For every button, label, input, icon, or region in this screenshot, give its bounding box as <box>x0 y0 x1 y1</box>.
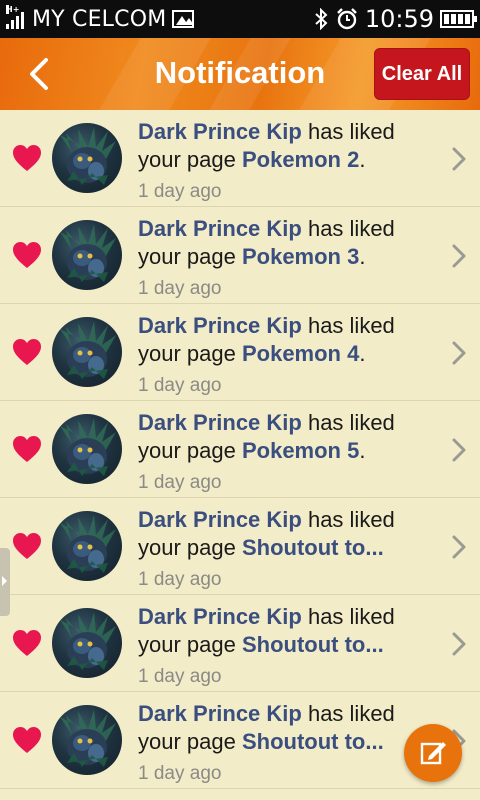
notification-text: Dark Prince Kip has liked your page Shou… <box>138 506 428 594</box>
chevron-right-icon[interactable] <box>452 147 466 171</box>
status-bar: H+ MY CELCOM 10:59 <box>0 0 480 38</box>
heart-icon[interactable] <box>12 726 42 754</box>
page-prefix: your page <box>138 244 242 269</box>
edit-icon <box>420 742 446 765</box>
notification-row[interactable]: Dark Prince Kip has liked your page Poke… <box>0 401 480 498</box>
page-link[interactable]: Shoutout to... <box>242 729 384 754</box>
actor-name[interactable]: Dark Prince Kip <box>138 507 302 532</box>
heart-icon[interactable] <box>12 241 42 269</box>
clock: 10:59 <box>364 5 434 33</box>
page-suffix: . <box>359 244 366 269</box>
notification-list: Dark Prince Kip has liked your page Poke… <box>0 110 480 789</box>
actor-name[interactable]: Dark Prince Kip <box>138 410 302 435</box>
notification-row[interactable]: Dark Prince Kip has liked your page Shou… <box>0 595 480 692</box>
notification-text: Dark Prince Kip has liked your page Poke… <box>138 215 428 303</box>
notification-text: Dark Prince Kip has liked your page Poke… <box>138 118 428 206</box>
actor-name[interactable]: Dark Prince Kip <box>138 313 302 338</box>
action-text: has liked <box>301 119 395 144</box>
avatar[interactable] <box>52 317 122 387</box>
action-text: has liked <box>301 410 395 435</box>
timestamp: 1 day ago <box>138 763 222 784</box>
carrier-name: MY CELCOM <box>32 6 167 32</box>
avatar[interactable] <box>52 414 122 484</box>
page-prefix: your page <box>138 729 242 754</box>
side-drawer-handle[interactable] <box>0 548 10 616</box>
page-suffix: . <box>359 341 366 366</box>
heart-icon[interactable] <box>12 338 42 366</box>
timestamp: 1 day ago <box>138 375 222 396</box>
actor-name[interactable]: Dark Prince Kip <box>138 119 302 144</box>
notification-text: Dark Prince Kip has liked your page Shou… <box>138 603 428 691</box>
alarm-icon <box>336 8 357 30</box>
app-header: Notification Clear All <box>0 38 480 110</box>
timestamp: 1 day ago <box>138 569 222 590</box>
timestamp: 1 day ago <box>138 278 222 299</box>
heart-icon[interactable] <box>12 435 42 463</box>
avatar[interactable] <box>52 608 122 678</box>
actor-name[interactable]: Dark Prince Kip <box>138 701 302 726</box>
action-text: has liked <box>301 507 395 532</box>
network-type-label: H+ <box>6 5 20 14</box>
avatar[interactable] <box>52 123 122 193</box>
chevron-right-icon[interactable] <box>452 244 466 268</box>
actor-name[interactable]: Dark Prince Kip <box>138 604 302 629</box>
page-link[interactable]: Pokemon 2 <box>242 147 359 172</box>
actor-name[interactable]: Dark Prince Kip <box>138 216 302 241</box>
page-link[interactable]: Pokemon 5 <box>242 438 359 463</box>
image-notification-icon <box>172 10 195 28</box>
notification-row[interactable]: Dark Prince Kip has liked your page Poke… <box>0 110 480 207</box>
action-text: has liked <box>301 216 395 241</box>
timestamp: 1 day ago <box>138 666 222 687</box>
timestamp: 1 day ago <box>138 181 222 202</box>
notification-text: Dark Prince Kip has liked your page Shou… <box>138 700 428 788</box>
clear-all-button[interactable]: Clear All <box>374 48 470 100</box>
page-link[interactable]: Shoutout to... <box>242 535 384 560</box>
notification-row[interactable]: Dark Prince Kip has liked your page Poke… <box>0 304 480 401</box>
avatar[interactable] <box>52 220 122 290</box>
signal-icon: H+ <box>6 5 24 29</box>
page-link[interactable]: Shoutout to... <box>242 632 384 657</box>
page-suffix: . <box>359 147 366 172</box>
page-link[interactable]: Pokemon 4 <box>242 341 359 366</box>
page-prefix: your page <box>138 147 242 172</box>
notification-text: Dark Prince Kip has liked your page Poke… <box>138 409 428 497</box>
avatar[interactable] <box>52 705 122 775</box>
chevron-right-icon[interactable] <box>452 341 466 365</box>
action-text: has liked <box>301 604 395 629</box>
page-prefix: your page <box>138 535 242 560</box>
page-prefix: your page <box>138 632 242 657</box>
page-link[interactable]: Pokemon 3 <box>242 244 359 269</box>
timestamp: 1 day ago <box>138 472 222 493</box>
chevron-right-icon[interactable] <box>452 632 466 656</box>
compose-button[interactable] <box>404 724 462 782</box>
action-text: has liked <box>301 701 395 726</box>
action-text: has liked <box>301 313 395 338</box>
avatar[interactable] <box>52 511 122 581</box>
battery-icon <box>440 10 477 28</box>
bluetooth-icon <box>315 8 328 30</box>
heart-icon[interactable] <box>12 629 42 657</box>
chevron-right-icon[interactable] <box>452 535 466 559</box>
page-suffix: . <box>359 438 366 463</box>
heart-icon[interactable] <box>12 144 42 172</box>
page-prefix: your page <box>138 341 242 366</box>
notification-row[interactable]: Dark Prince Kip has liked your page Poke… <box>0 207 480 304</box>
notification-text: Dark Prince Kip has liked your page Poke… <box>138 312 428 400</box>
heart-icon[interactable] <box>12 532 42 560</box>
chevron-right-icon[interactable] <box>452 438 466 462</box>
page-prefix: your page <box>138 438 242 463</box>
notification-row[interactable]: Dark Prince Kip has liked your page Shou… <box>0 498 480 595</box>
